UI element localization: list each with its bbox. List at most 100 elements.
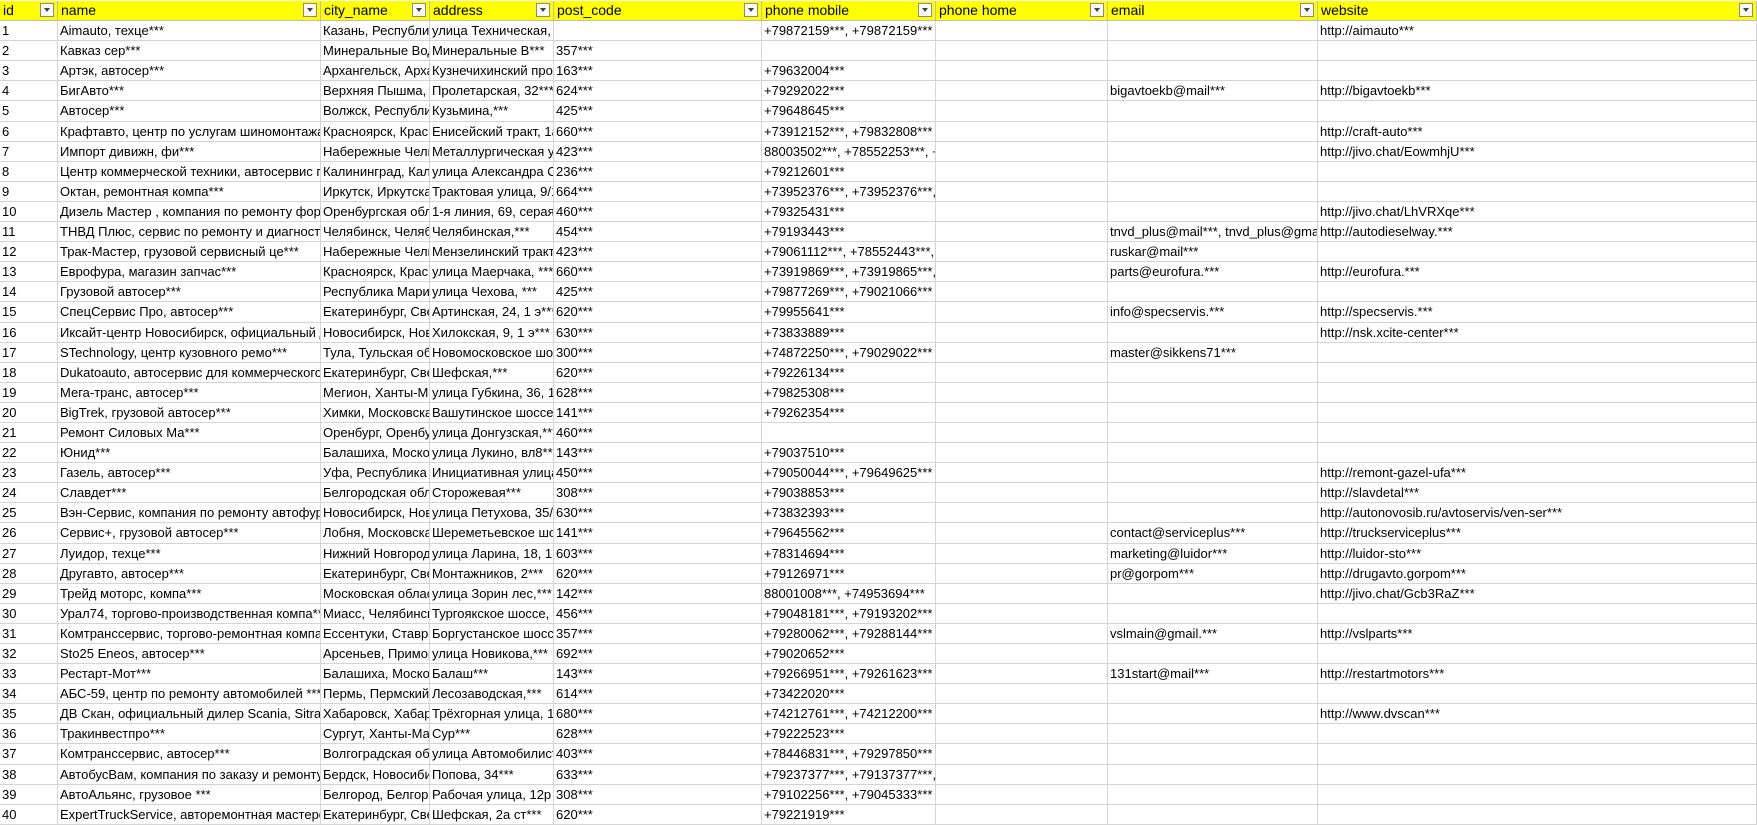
cell-address[interactable]: Пролетарская, 32*** [430,81,554,102]
cell-address[interactable]: Шефская,*** [430,362,554,383]
filter-dropdown-icon[interactable] [40,3,54,17]
cell-email[interactable]: ruskar@mail*** [1108,242,1318,263]
cell-phone-home[interactable] [936,523,1108,544]
cell-address[interactable]: улица Зорин лес,*** [430,583,554,604]
cell-name[interactable]: Комтранссервис, автосер*** [58,744,321,765]
cell-email[interactable] [1108,121,1318,142]
cell-city-name[interactable]: Пермь, Пермский к [321,684,430,705]
cell-phone-mobile[interactable]: 88003502***, +78552253***, +7 [762,141,936,162]
cell-address[interactable]: 1-я линия, 69, серая д [430,201,554,223]
cell-phone-mobile[interactable]: +79221919*** [762,804,936,825]
cell-post-code[interactable]: 142*** [554,583,762,604]
cell-id[interactable]: 21 [0,422,58,444]
cell-address[interactable]: Боргустанское шоссе, [430,623,554,644]
cell-address[interactable]: Монтажников, 2*** [430,563,554,584]
cell-post-code[interactable]: 628*** [554,382,762,403]
cell-website[interactable] [1318,41,1757,62]
cell-website[interactable]: http://jivo.chat/Gcb3RaZ*** [1318,583,1757,604]
cell-phone-mobile[interactable]: +79048181***, +79193202*** [762,603,936,624]
cell-id[interactable]: 13 [0,262,58,283]
cell-address[interactable]: улица Новикова,*** [430,644,554,665]
cell-post-code[interactable]: 614*** [554,684,762,705]
cell-post-code[interactable]: 628*** [554,724,762,745]
cell-website[interactable] [1318,161,1757,182]
cell-phone-home[interactable] [936,483,1108,504]
cell-city-name[interactable]: Балашиха, Москов [321,664,430,685]
cell-website[interactable]: http://specservis.*** [1318,302,1757,323]
cell-address[interactable]: Кузьмина,*** [430,101,554,122]
column-header-phone-mobile[interactable]: phone mobile [762,1,936,22]
cell-id[interactable]: 16 [0,322,58,343]
cell-name[interactable]: Иксайт-центр Новосибирск, официальный ди [58,322,321,343]
cell-phone-home[interactable] [936,623,1108,644]
cell-post-code[interactable]: 423*** [554,141,762,162]
column-header-post-code[interactable]: post_code [554,1,762,22]
cell-id[interactable]: 39 [0,784,58,805]
cell-id[interactable]: 40 [0,804,58,825]
cell-city-name[interactable]: Сургут, Ханты-Ман [321,724,430,745]
cell-email[interactable]: tnvd_plus@mail***, tnvd_plus@gmail [1108,222,1318,243]
cell-post-code[interactable]: 423*** [554,242,762,263]
cell-address[interactable]: улица Ларина, 18, 1 э [430,543,554,564]
cell-email[interactable] [1108,402,1318,423]
cell-post-code[interactable]: 630*** [554,322,762,343]
cell-email[interactable] [1108,21,1318,42]
cell-address[interactable]: Енисейский тракт, 1а, [430,121,554,142]
cell-website[interactable] [1318,242,1757,263]
cell-id[interactable]: 10 [0,201,58,223]
cell-id[interactable]: 9 [0,181,58,202]
cell-address[interactable]: улица Лукино, вл8*** [430,443,554,464]
cell-phone-home[interactable] [936,664,1108,685]
cell-email[interactable] [1108,704,1318,725]
cell-email[interactable] [1108,764,1318,785]
cell-phone-mobile[interactable]: +73422020*** [762,684,936,705]
cell-id[interactable]: 35 [0,704,58,725]
cell-email[interactable] [1108,784,1318,805]
cell-id[interactable]: 3 [0,61,58,82]
filter-dropdown-icon[interactable] [918,3,932,17]
cell-address[interactable]: Трактовая улица, 9/1 [430,181,554,202]
cell-city-name[interactable]: Мегион, Ханты-Ма [321,382,430,403]
cell-phone-mobile[interactable]: +79020652*** [762,644,936,665]
cell-city-name[interactable]: Архангельск, Арха [321,61,430,82]
cell-phone-home[interactable] [936,101,1108,122]
column-header-id[interactable]: id [0,1,58,22]
cell-email[interactable]: master@sikkens71*** [1108,342,1318,363]
cell-website[interactable] [1318,603,1757,624]
cell-post-code[interactable]: 603*** [554,543,762,564]
cell-address[interactable]: улица Донгузская,*** [430,422,554,444]
cell-phone-home[interactable] [936,603,1108,624]
cell-address[interactable]: Сур*** [430,724,554,745]
cell-address[interactable]: Хилокская, 9, 1 э*** [430,322,554,343]
cell-email[interactable]: info@specservis.*** [1108,302,1318,323]
cell-city-name[interactable]: Ессентуки, Ставроп [321,623,430,644]
cell-city-name[interactable]: Набережные Челн [321,141,430,162]
column-header-website[interactable]: website [1318,1,1757,22]
cell-name[interactable]: Грузовой автосер*** [58,282,321,303]
cell-post-code[interactable]: 664*** [554,181,762,202]
cell-name[interactable]: Артэк, автосер*** [58,61,321,82]
cell-name[interactable]: АвтобусВам, компания по заказу и ремонту… [58,764,321,785]
cell-name[interactable]: Газель, автосер*** [58,463,321,484]
cell-address[interactable]: Лесозаводская,*** [430,684,554,705]
cell-id[interactable]: 38 [0,764,58,785]
cell-address[interactable]: улица Губкина, 36, 1 э [430,382,554,403]
cell-post-code[interactable]: 308*** [554,483,762,504]
cell-website[interactable] [1318,181,1757,202]
cell-id[interactable]: 23 [0,463,58,484]
cell-phone-home[interactable] [936,543,1108,564]
cell-id[interactable]: 12 [0,242,58,263]
cell-phone-mobile[interactable]: +79237377***, +79137377***, + [762,764,936,785]
cell-city-name[interactable]: Казань, Республика [321,21,430,42]
cell-address[interactable]: Сторожевая*** [430,483,554,504]
cell-name[interactable]: BigTrek, грузовой автосер*** [58,402,321,423]
cell-city-name[interactable]: Лобня, Московская [321,523,430,544]
cell-post-code[interactable]: 680*** [554,704,762,725]
cell-phone-home[interactable] [936,684,1108,705]
cell-id[interactable]: 4 [0,81,58,102]
cell-city-name[interactable]: Балашиха, Москов [321,443,430,464]
cell-post-code[interactable] [554,21,762,42]
cell-id[interactable]: 26 [0,523,58,544]
cell-website[interactable] [1318,684,1757,705]
cell-city-name[interactable]: Калининград, Кали [321,161,430,182]
